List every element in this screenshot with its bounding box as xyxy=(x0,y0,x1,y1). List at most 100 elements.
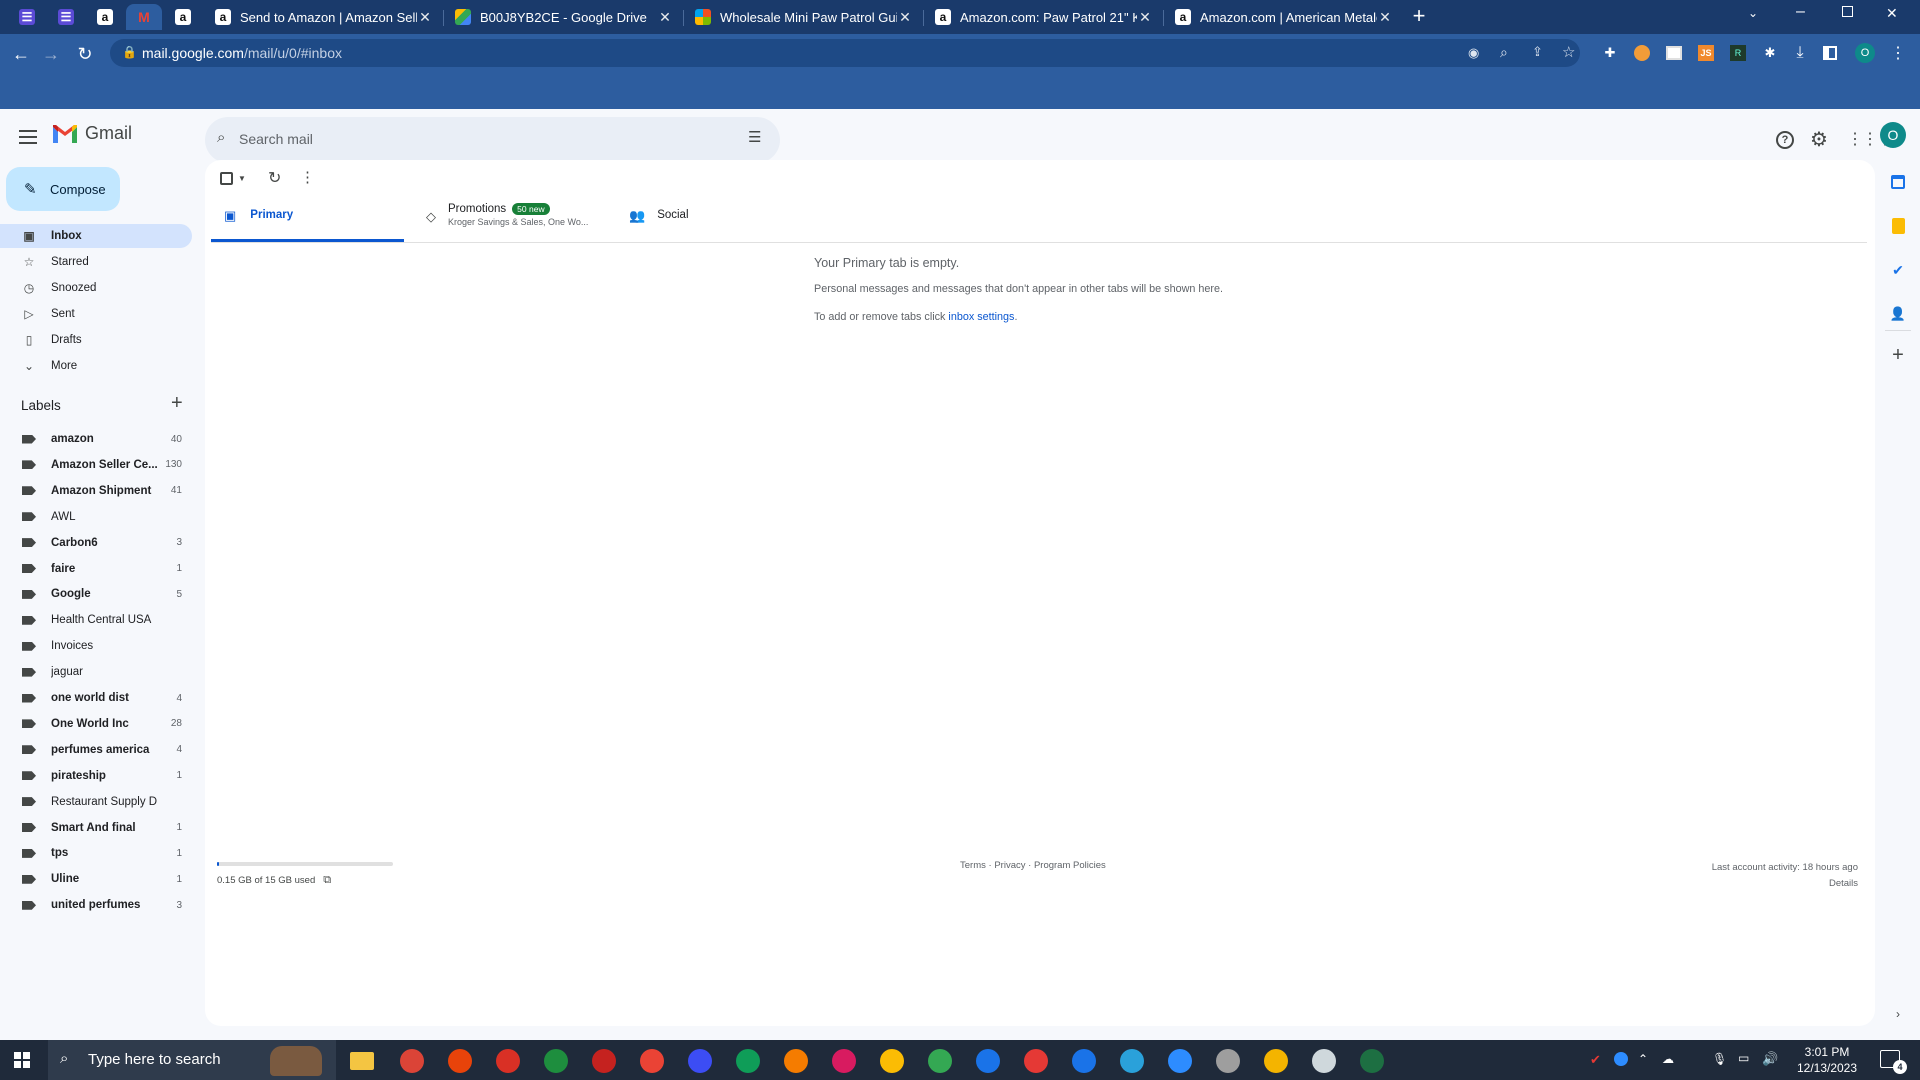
sidebar-label-item[interactable]: one world dist 4 xyxy=(0,687,192,709)
reload-icon[interactable]: ↻ xyxy=(72,41,98,67)
sidebar-item-drafts[interactable]: ▯ Drafts xyxy=(0,328,192,352)
microphone-icon[interactable]: 🎙 xyxy=(1712,1052,1727,1066)
help-icon[interactable]: ? xyxy=(1776,131,1794,149)
chevron-up-icon[interactable]: ⌃ xyxy=(1638,1052,1648,1066)
forward-arrow-icon[interactable]: → xyxy=(38,41,64,67)
tasks-icon[interactable]: ✔ xyxy=(1889,261,1907,279)
extension-js-icon[interactable]: JS xyxy=(1696,43,1716,63)
close-tab-icon[interactable]: ✕ xyxy=(897,9,913,26)
tab-social[interactable]: 👥 Social xyxy=(623,200,773,242)
volume-icon[interactable]: 🔊 xyxy=(1762,1051,1778,1067)
browser-tab[interactable]: B00J8YB2CE - Google Drive ✕ xyxy=(445,4,683,30)
sidebar-label-item[interactable]: Carbon6 3 xyxy=(0,532,192,554)
gmail-logo[interactable]: Gmail xyxy=(52,123,132,144)
settings-gear-icon[interactable]: ⚙ xyxy=(1810,127,1828,152)
new-tab-plus-icon[interactable]: + xyxy=(1407,5,1431,29)
search-icon[interactable]: ⌕ xyxy=(217,129,225,146)
taskbar-app-icon[interactable] xyxy=(784,1049,808,1073)
taskbar-app-icon[interactable] xyxy=(1360,1049,1384,1073)
taskbar-app-icon[interactable] xyxy=(400,1049,424,1073)
tray-app-icon[interactable]: ✔ xyxy=(1590,1052,1601,1068)
network-icon[interactable]: ▭ xyxy=(1738,1051,1749,1065)
sidebar-label-item[interactable]: Google 5 xyxy=(0,583,192,605)
browser-tab[interactable]: a Amazon.com | American Metalcraft ✕ xyxy=(1165,4,1403,30)
sidebar-label-item[interactable]: Uline 1 xyxy=(0,868,192,890)
search-bar[interactable]: ⌕ Search mail ☰ xyxy=(205,117,780,163)
taskbar-clock[interactable]: 3:01 PM 12/13/2023 xyxy=(1790,1044,1864,1076)
taskbar-app-icon[interactable] xyxy=(544,1049,568,1073)
browser-tab[interactable]: Wholesale Mini Paw Patrol Guitar ✕ xyxy=(685,4,923,30)
hide-side-panel-chevron-icon[interactable]: › xyxy=(1889,1005,1907,1023)
windows-start-icon[interactable] xyxy=(14,1052,30,1068)
window-minimize-icon[interactable]: – xyxy=(1796,3,1805,21)
sidebar-item-inbox[interactable]: ▣ Inbox xyxy=(0,224,192,248)
taskbar-app-icon[interactable] xyxy=(1216,1049,1240,1073)
side-panel-icon[interactable] xyxy=(1820,43,1840,63)
search-input[interactable]: Search mail xyxy=(239,131,313,147)
sidebar-label-item[interactable]: amazon 40 xyxy=(0,428,192,450)
profile-avatar-browser[interactable]: O xyxy=(1855,43,1875,63)
taskbar-app-icon[interactable] xyxy=(1264,1049,1288,1073)
file-explorer-icon[interactable] xyxy=(350,1052,374,1070)
contacts-icon[interactable]: 👤 xyxy=(1889,305,1907,323)
open-in-new-icon[interactable]: ⧉ xyxy=(323,874,331,887)
search-options-icon[interactable]: ☰ xyxy=(748,128,761,146)
zoom-tray-icon[interactable] xyxy=(1614,1052,1628,1066)
browser-tab[interactable]: a Amazon.com: Paw Patrol 21" Kids ✕ xyxy=(925,4,1163,30)
get-addons-plus-icon[interactable]: + xyxy=(1889,344,1907,366)
extension-orange-circle-icon[interactable] xyxy=(1632,43,1652,63)
close-tab-icon[interactable]: ✕ xyxy=(1137,9,1153,26)
taskbar-app-icon[interactable] xyxy=(832,1049,856,1073)
sidebar-label-item[interactable]: Amazon Seller Ce... 130 xyxy=(0,454,192,476)
close-tab-icon[interactable]: ✕ xyxy=(417,9,433,26)
sidebar-label-item[interactable]: One World Inc 28 xyxy=(0,713,192,735)
back-arrow-icon[interactable]: ← xyxy=(8,41,34,67)
pinned-tab-3[interactable]: a xyxy=(87,4,123,30)
taskbar-search-box[interactable]: ⌕ Type here to search xyxy=(48,1040,336,1080)
privacy-link[interactable]: Privacy xyxy=(994,860,1025,871)
close-tab-icon[interactable]: ✕ xyxy=(657,9,673,26)
details-link[interactable]: Details xyxy=(1605,876,1858,892)
sidebar-item-sent[interactable]: ▷ Sent xyxy=(0,302,192,326)
sidebar-label-item[interactable]: perfumes america 4 xyxy=(0,739,192,761)
extensions-puzzle-icon[interactable]: ✱ xyxy=(1760,43,1780,63)
sidebar-label-item[interactable]: pirateship 1 xyxy=(0,765,192,787)
taskbar-app-icon[interactable] xyxy=(496,1049,520,1073)
select-all-checkbox[interactable]: ▼ xyxy=(220,172,246,185)
sidebar-label-item[interactable]: jaguar xyxy=(0,661,192,683)
calendar-icon[interactable] xyxy=(1889,173,1907,191)
inbox-settings-link[interactable]: inbox settings xyxy=(948,311,1014,323)
account-avatar[interactable]: O xyxy=(1880,122,1906,148)
share-icon[interactable]: ⇪ xyxy=(1532,44,1543,60)
sidebar-label-item[interactable]: united perfumes 3 xyxy=(0,894,192,916)
browser-tab[interactable]: a Send to Amazon | Amazon Seller Central… xyxy=(205,4,443,30)
terms-link[interactable]: Terms xyxy=(960,860,986,871)
taskbar-app-icon[interactable] xyxy=(1120,1049,1144,1073)
pinned-tab-5[interactable]: a xyxy=(165,4,201,30)
taskbar-app-icon[interactable] xyxy=(1168,1049,1192,1073)
extension-puzzle-blue-icon[interactable]: ✚ xyxy=(1600,43,1620,63)
compose-button[interactable]: ✎ Compose xyxy=(6,167,120,211)
sidebar-label-item[interactable]: tps 1 xyxy=(0,842,192,864)
sidebar-label-item[interactable]: Health Central USA xyxy=(0,609,192,631)
browser-menu-icon[interactable]: ⋮ xyxy=(1888,43,1908,63)
address-bar[interactable]: 🔒 mail.google.com/mail/u/0/#inbox ◉ ⌕ ⇪ … xyxy=(110,39,1580,67)
pinned-tab-2[interactable]: ☰ xyxy=(48,4,84,30)
tab-primary[interactable]: ▣ Primary xyxy=(211,200,404,242)
more-vertical-icon[interactable]: ⋮ xyxy=(300,168,315,186)
sidebar-item-starred[interactable]: ☆ Starred xyxy=(0,250,192,274)
eye-off-icon[interactable]: ◉ xyxy=(1468,45,1479,61)
close-tab-icon[interactable]: ✕ xyxy=(1377,9,1393,26)
program-policies-link[interactable]: Program Policies xyxy=(1034,860,1106,871)
sidebar-label-item[interactable]: faire 1 xyxy=(0,558,192,580)
sidebar-label-item[interactable]: Restaurant Supply D xyxy=(0,791,192,813)
taskbar-app-icon[interactable] xyxy=(736,1049,760,1073)
zoom-icon[interactable]: ⌕ xyxy=(1500,44,1508,61)
window-close-icon[interactable]: ✕ xyxy=(1886,5,1898,22)
pinned-tab-gmail[interactable]: M xyxy=(126,4,162,30)
taskbar-app-icon[interactable] xyxy=(880,1049,904,1073)
taskbar-app-icon[interactable] xyxy=(1072,1049,1096,1073)
window-restore-icon[interactable] xyxy=(1842,6,1853,17)
sidebar-item-snoozed[interactable]: ◷ Snoozed xyxy=(0,276,192,300)
taskbar-app-icon[interactable] xyxy=(976,1049,1000,1073)
